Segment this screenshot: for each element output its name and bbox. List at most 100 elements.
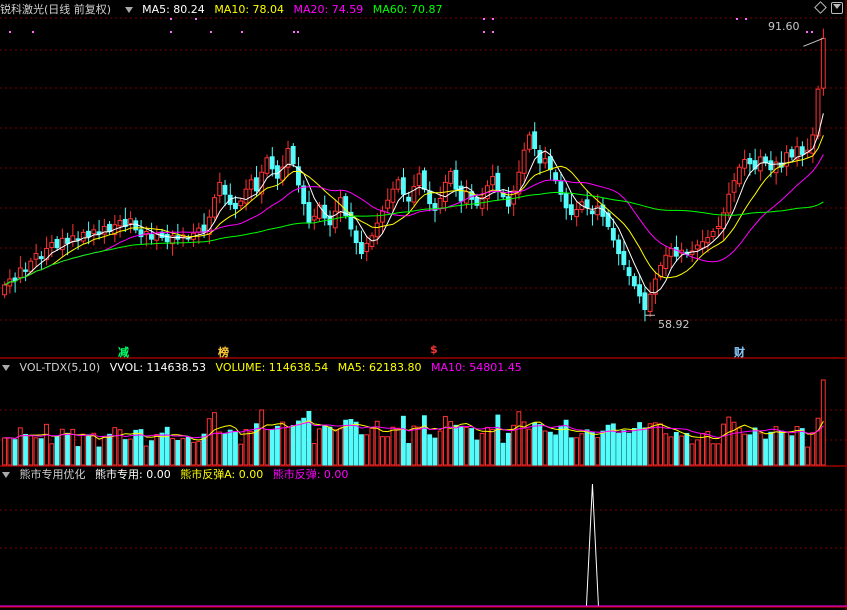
candle-body xyxy=(637,284,643,297)
volume-bar xyxy=(474,439,480,466)
volume-bar xyxy=(589,432,595,466)
low-price-label: 58.92 xyxy=(658,318,690,331)
ind-dropdown-arrow-icon[interactable] xyxy=(2,471,10,478)
candle-body xyxy=(631,276,637,287)
candle-body xyxy=(269,156,275,170)
candle-body xyxy=(584,199,590,209)
volume-bar xyxy=(553,434,559,466)
panel-menu-icon[interactable] xyxy=(831,2,843,14)
vvol-value: VVOL: 114638.53 xyxy=(109,361,207,374)
volume-bar xyxy=(621,430,627,466)
volume-bar xyxy=(191,441,196,466)
candle-body xyxy=(201,224,207,233)
volume-bar xyxy=(159,432,165,466)
volume-bar xyxy=(763,438,768,466)
volume-bar xyxy=(663,433,669,466)
indicator-spike xyxy=(585,483,599,607)
candle-body xyxy=(673,246,679,257)
volume-bar xyxy=(358,434,364,466)
volume-bar xyxy=(516,411,522,466)
tag-dollar[interactable]: $ xyxy=(430,343,438,356)
vol-indicator-name[interactable]: VOL-TDX(5,10) xyxy=(20,361,101,374)
volume-bar xyxy=(364,434,370,466)
tag-bang[interactable]: 榜 xyxy=(218,344,229,360)
candle-body xyxy=(385,199,391,209)
volume-bar xyxy=(290,424,296,466)
volume-bar xyxy=(96,446,102,466)
volume-bar xyxy=(296,420,301,466)
price-marks xyxy=(9,18,824,316)
candle-body xyxy=(742,159,747,169)
candle-body xyxy=(710,231,716,237)
volume-bar xyxy=(715,443,721,466)
candle-body xyxy=(217,181,223,197)
volume-bar xyxy=(789,435,795,466)
candle-body xyxy=(107,223,112,233)
volume-bars xyxy=(2,379,826,466)
candle-body xyxy=(311,215,317,221)
dropdown-arrow-icon[interactable] xyxy=(124,6,133,13)
volume-bar xyxy=(432,437,438,466)
volume-bar xyxy=(91,432,97,466)
volume-bar xyxy=(317,428,322,466)
signal-dot xyxy=(241,31,243,33)
signal-dot xyxy=(195,18,197,20)
candle-body xyxy=(400,177,406,195)
ind-name[interactable]: 熊市专用优化 xyxy=(20,468,86,481)
candle-body xyxy=(626,267,632,277)
candle-body xyxy=(463,191,469,204)
candle-body xyxy=(505,196,511,207)
volume-bar xyxy=(390,426,396,466)
vol-dropdown-arrow-icon[interactable] xyxy=(2,364,10,371)
volume-bar xyxy=(222,433,228,466)
candle-body xyxy=(306,202,312,224)
volume-bar xyxy=(731,421,737,466)
volume-bar xyxy=(107,433,112,466)
volume-bar xyxy=(526,428,532,466)
candle-body xyxy=(149,234,154,240)
tag-cai[interactable]: 财 xyxy=(734,344,745,360)
indicator-panel-header: 熊市专用优化 熊市专用: 0.00 熊市反弹A: 0.00 熊市反弹: 0.00 xyxy=(0,467,354,483)
kline-chart xyxy=(0,0,847,610)
volume-bar xyxy=(38,438,44,466)
volume-bar xyxy=(7,437,13,466)
candle-body xyxy=(164,233,170,243)
volume-bar xyxy=(23,433,28,466)
signal-dot xyxy=(170,18,172,20)
candle-body xyxy=(642,292,648,310)
volume-bar xyxy=(227,429,233,466)
candle-body xyxy=(128,218,133,224)
candle-body xyxy=(448,170,454,184)
volume-bar xyxy=(815,417,821,466)
ma60-value: MA60: 70.87 xyxy=(372,3,443,16)
stock-name[interactable]: 锐科激光(日线 前复权) xyxy=(0,3,111,16)
volume-bar xyxy=(185,436,191,466)
candle-body xyxy=(364,242,370,253)
signal-dot xyxy=(293,31,295,33)
volume-bar xyxy=(658,423,663,466)
volume-bar xyxy=(269,429,275,466)
volume-bar xyxy=(369,427,375,466)
candle-body xyxy=(495,172,501,192)
signal-dot xyxy=(745,18,747,20)
signal-dot xyxy=(170,31,172,33)
volume-bar xyxy=(694,439,700,466)
candle-body xyxy=(301,185,307,205)
volume-bar xyxy=(747,434,753,466)
volume-bar xyxy=(12,439,18,466)
volume-bar xyxy=(547,431,553,466)
volume-bar xyxy=(322,425,328,466)
volume-bar xyxy=(742,433,747,466)
candle-body xyxy=(86,230,91,238)
candle-body xyxy=(49,242,55,248)
volume-bar xyxy=(463,427,469,466)
candle-body xyxy=(621,251,627,266)
candle-body xyxy=(374,222,380,238)
candle-body xyxy=(248,179,254,190)
signal-dot xyxy=(492,31,494,33)
ma5-value: MA5: 80.24 xyxy=(142,3,205,16)
volume-bar xyxy=(128,438,133,466)
volume-bar xyxy=(652,422,658,466)
volume-bar xyxy=(75,446,81,466)
tag-jian[interactable]: 减 xyxy=(118,344,129,360)
